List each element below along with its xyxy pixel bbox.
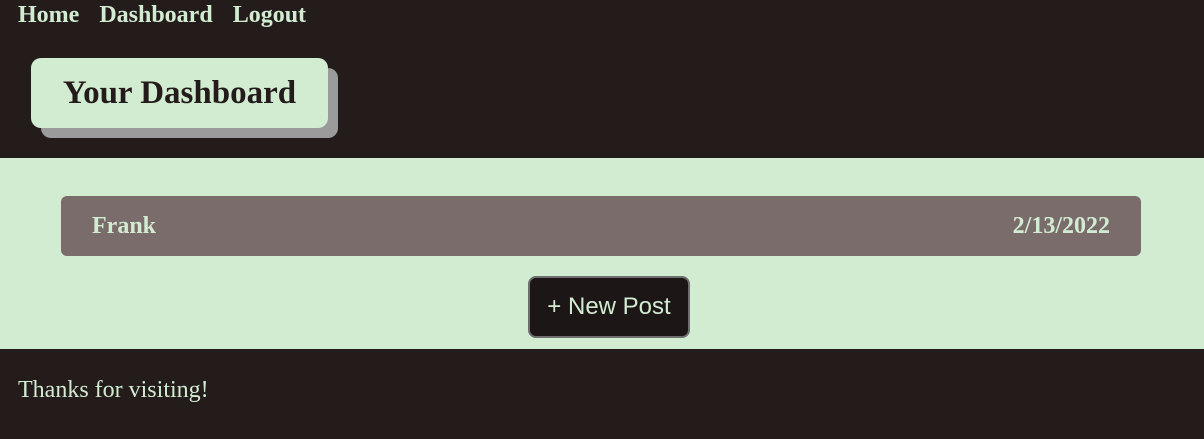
post-card[interactable]: Frank 2/13/2022 xyxy=(61,196,1141,256)
main-nav: Home Dashboard Logout xyxy=(18,1,306,29)
post-author: Frank xyxy=(92,212,157,239)
page-header: Home Dashboard Logout Your Dashboard xyxy=(0,0,1204,158)
dashboard-main: Frank 2/13/2022 + New Post xyxy=(0,158,1204,349)
page-title: Your Dashboard xyxy=(62,74,297,111)
nav-link-home[interactable]: Home xyxy=(18,1,79,29)
page-title-box: Your Dashboard xyxy=(31,58,328,128)
new-post-button[interactable]: + New Post xyxy=(528,276,690,338)
footer-text: Thanks for visiting! xyxy=(18,377,209,403)
nav-link-logout[interactable]: Logout xyxy=(233,1,306,29)
page-footer: Thanks for visiting! xyxy=(0,349,1204,439)
nav-link-dashboard[interactable]: Dashboard xyxy=(99,1,212,29)
page-title-container: Your Dashboard xyxy=(31,58,338,138)
post-date: 2/13/2022 xyxy=(1012,212,1110,239)
